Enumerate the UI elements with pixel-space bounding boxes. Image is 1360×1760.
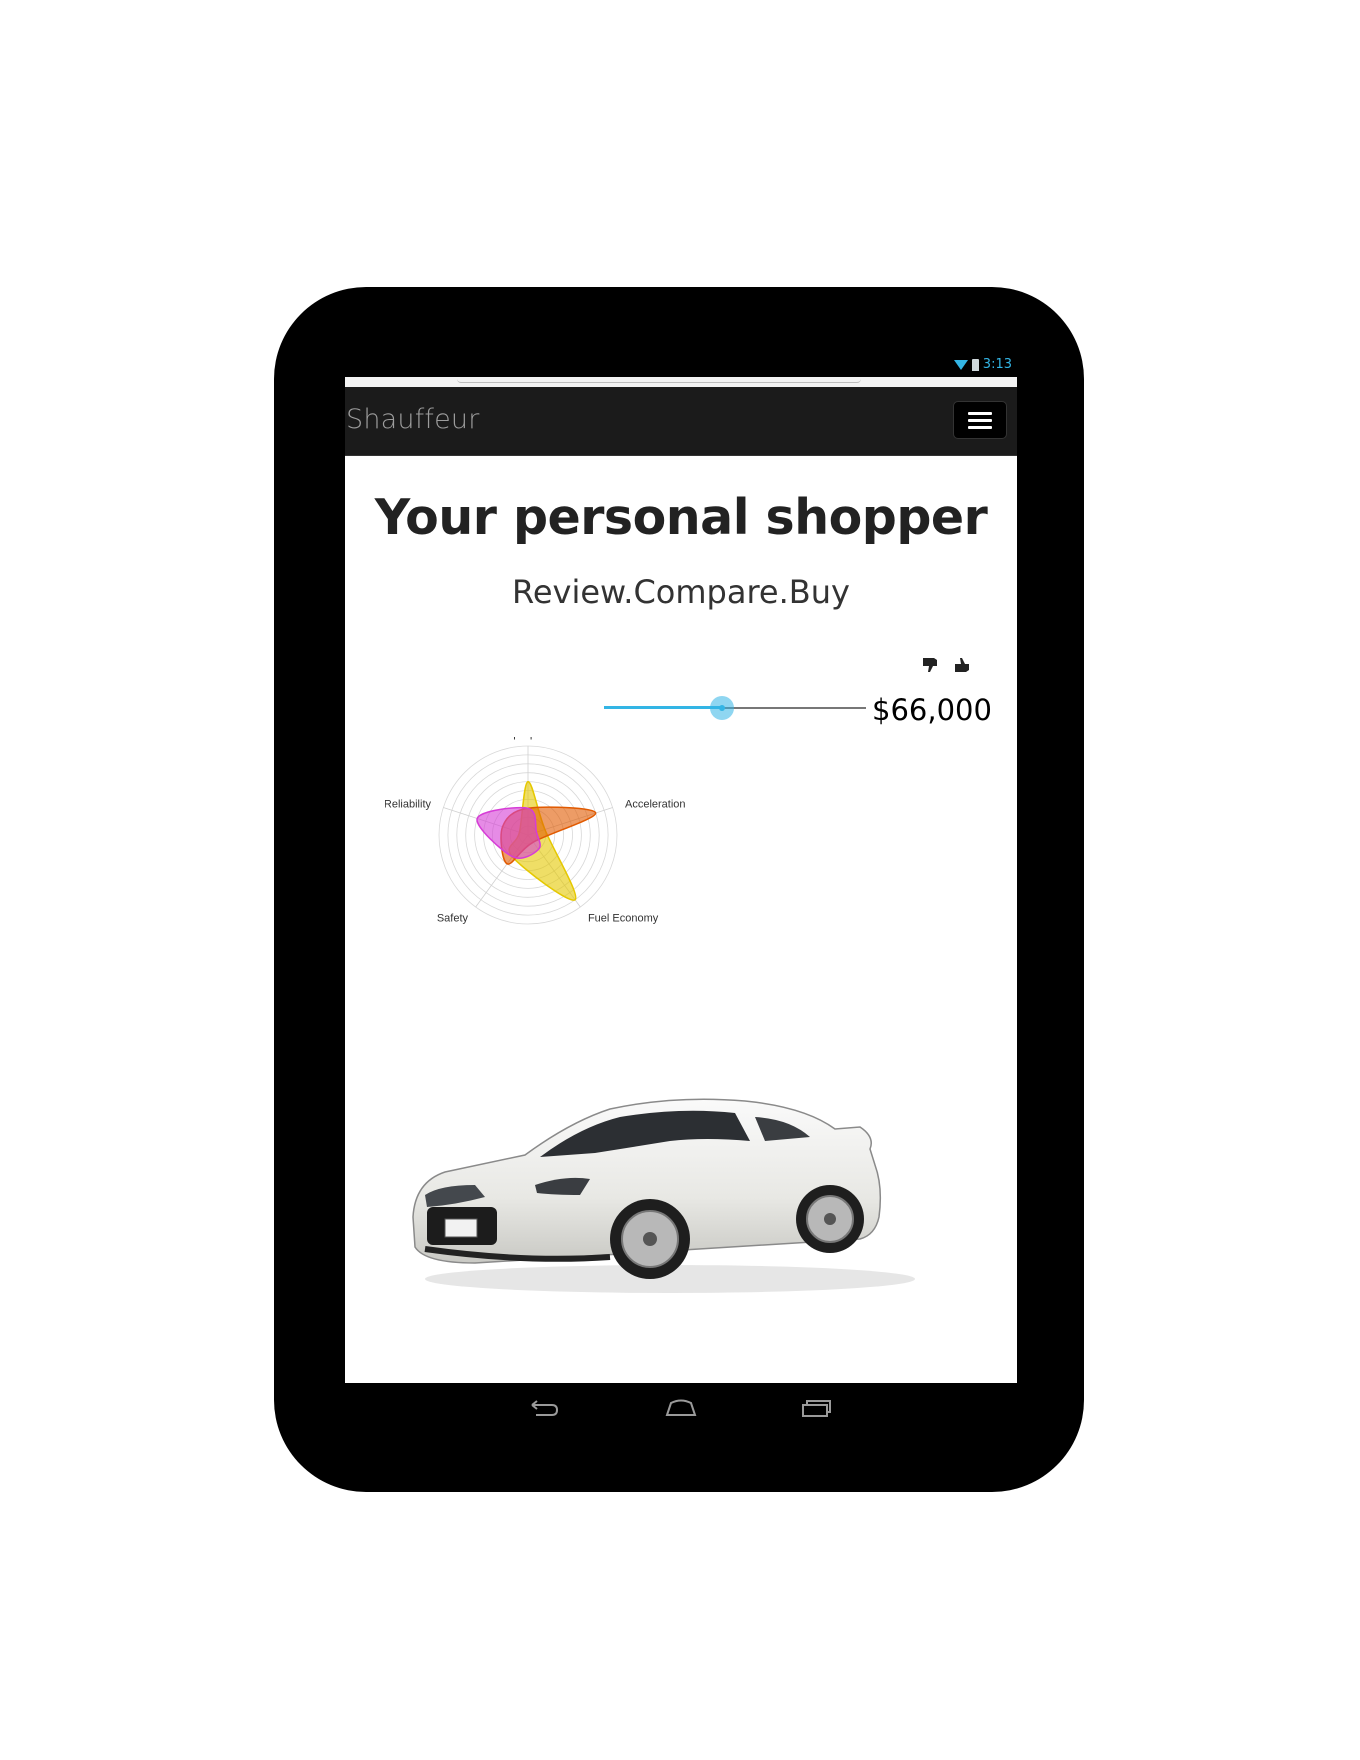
browser-url-strip	[345, 377, 1017, 387]
home-icon[interactable]	[664, 1397, 698, 1419]
car-image	[412, 1098, 915, 1293]
thumbs-down-icon[interactable]	[921, 655, 941, 675]
page-title: Your personal shopper	[374, 489, 988, 546]
radar-chart: Top Speed Acceleration Fuel Economy Safety R…	[385, 737, 685, 925]
radar-axis-label: Fuel Economy	[588, 913, 659, 925]
status-time: 3:13	[982, 357, 1012, 372]
radar-axis-label: Acceleration	[625, 798, 685, 810]
price-value: $66,000	[872, 693, 992, 727]
status-bar: 3:13	[345, 355, 1016, 377]
hamburger-icon	[968, 411, 992, 415]
radar-axis-label: Top Speed	[502, 737, 555, 740]
slider-thumb[interactable]	[709, 696, 734, 720]
status-icons: 3:13	[953, 357, 1012, 372]
brand-link[interactable]: Shauffeur	[346, 404, 480, 435]
rating-buttons	[921, 655, 973, 675]
slider-fill	[604, 706, 722, 709]
navbar: Shauffeur	[345, 387, 1017, 456]
battery-icon	[971, 358, 979, 371]
price-slider[interactable]: $66,000	[604, 693, 992, 727]
thumbs-up-icon[interactable]	[953, 655, 973, 675]
android-nav-bar	[345, 1383, 1017, 1443]
wifi-icon	[953, 359, 968, 370]
radar-axis-label: Safety	[437, 913, 469, 925]
back-icon[interactable]	[528, 1397, 560, 1419]
recent-apps-icon[interactable]	[800, 1397, 832, 1419]
browser-screen: Shauffeur Your personal shopper Review.C…	[345, 377, 1017, 1383]
page-subtitle: Review.Compare.Buy	[512, 573, 850, 611]
radar-axis-label: Reliability	[385, 798, 431, 810]
menu-toggle-button[interactable]	[953, 401, 1007, 439]
